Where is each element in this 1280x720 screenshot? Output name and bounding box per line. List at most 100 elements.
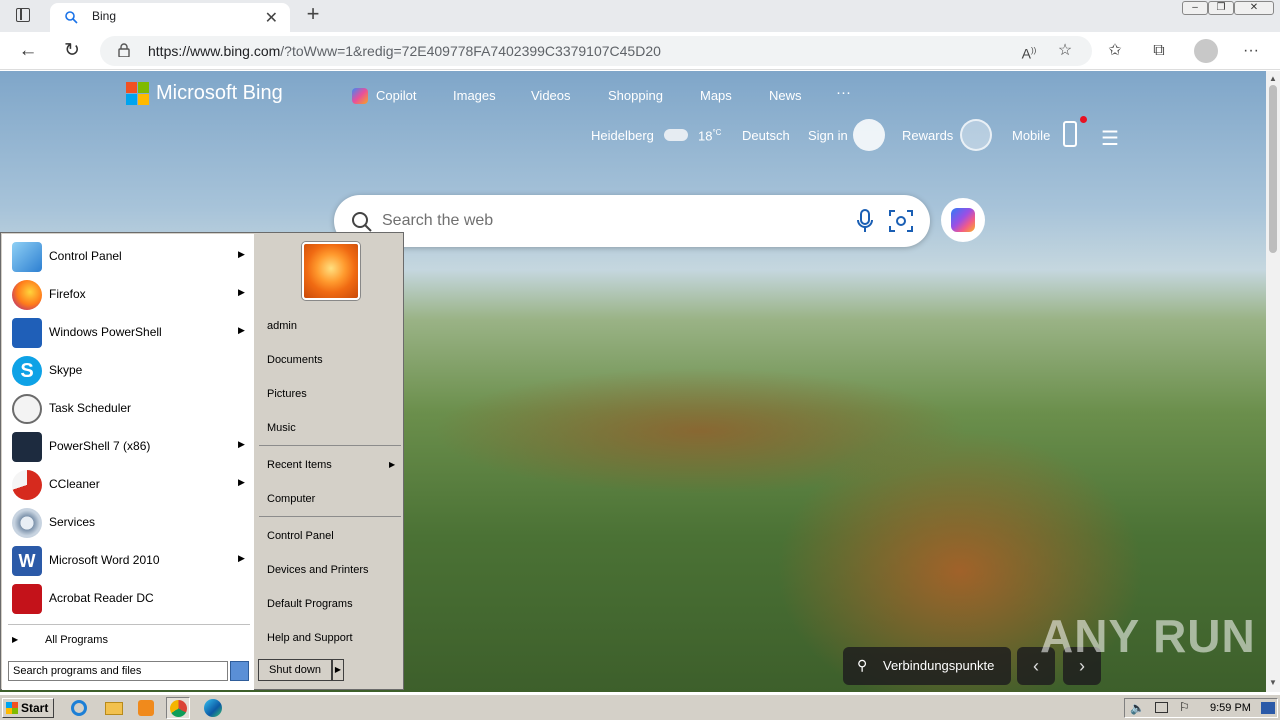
firefox-icon [12, 280, 42, 310]
program-task-scheduler[interactable]: Task Scheduler [2, 390, 254, 428]
submenu-arrow-icon: ▶ [389, 460, 396, 469]
nav-shopping[interactable]: Shopping [608, 88, 663, 103]
nav-maps[interactable]: Maps [700, 88, 732, 103]
page-scrollbar[interactable]: ▲ ▼ [1266, 71, 1280, 692]
nav-news[interactable]: News [769, 88, 802, 103]
network-icon[interactable] [1155, 702, 1168, 713]
mobile-link[interactable]: Mobile [1012, 128, 1050, 143]
back-arrow-icon[interactable]: ← [16, 39, 40, 63]
nav-copilot[interactable]: Copilot [376, 88, 416, 103]
rewards-link[interactable]: Rewards [902, 128, 953, 143]
all-programs-button[interactable]: ▶ All Programs [2, 628, 254, 652]
volume-icon[interactable]: 🔈 [1130, 701, 1145, 715]
program-ccleaner[interactable]: CCleaner ▶ [2, 466, 254, 504]
all-programs-label: All Programs [45, 634, 108, 646]
tab-actions-icon[interactable] [16, 8, 30, 22]
show-desktop-icon[interactable] [1261, 702, 1275, 714]
program-services[interactable]: Services [2, 504, 254, 542]
scrollbar-thumb[interactable] [1269, 85, 1277, 253]
link-default-programs[interactable]: Default Programs [267, 598, 353, 610]
link-help-support[interactable]: Help and Support [267, 632, 353, 644]
start-menu-places: admin Documents Pictures Music Recent It… [255, 234, 403, 654]
program-label: PowerShell 7 (x86) [49, 439, 151, 453]
program-label: Task Scheduler [49, 401, 132, 415]
weather-temp[interactable]: 18°C [698, 128, 721, 143]
link-documents[interactable]: Documents [267, 354, 323, 366]
scroll-up-arrow-icon[interactable]: ▲ [1269, 74, 1277, 83]
shut-down-options-arrow[interactable]: ▶ [332, 659, 344, 681]
hamburger-menu-icon[interactable]: ☰ [1101, 126, 1119, 151]
services-icon [12, 508, 42, 538]
edge-icon[interactable] [202, 697, 226, 719]
tab-title: Bing [92, 9, 117, 23]
rewards-trophy-icon[interactable] [960, 119, 992, 151]
link-control-panel[interactable]: Control Panel [267, 530, 334, 542]
minimize-button[interactable]: – [1182, 1, 1208, 15]
start-menu-programs: Control Panel ▶ Firefox ▶ Windows PowerS… [2, 234, 254, 690]
powershell7-icon [12, 432, 42, 462]
favorites-icon[interactable]: ✩ [1104, 41, 1126, 61]
close-tab-icon[interactable]: ✕ [265, 8, 278, 28]
program-windows-powershell[interactable]: Windows PowerShell ▶ [2, 314, 254, 352]
refresh-icon[interactable]: ↻ [60, 39, 84, 63]
program-control-panel[interactable]: Control Panel ▶ [2, 238, 254, 276]
link-recent-items[interactable]: Recent Items [267, 459, 332, 471]
internet-explorer-icon[interactable] [68, 697, 92, 719]
link-pictures[interactable]: Pictures [267, 388, 307, 400]
language-link[interactable]: Deutsch [742, 128, 790, 143]
chrome-icon[interactable] [166, 697, 190, 719]
media-player-icon[interactable] [135, 697, 159, 719]
nav-videos[interactable]: Videos [531, 88, 571, 103]
program-firefox[interactable]: Firefox ▶ [2, 276, 254, 314]
shut-down-button[interactable]: Shut down [258, 659, 332, 681]
submenu-arrow-icon: ▶ [238, 249, 245, 259]
link-computer[interactable]: Computer [267, 493, 315, 505]
more-menu-icon[interactable]: ··· [1240, 41, 1262, 61]
link-music[interactable]: Music [267, 422, 296, 434]
ccleaner-icon [12, 470, 42, 500]
link-admin[interactable]: admin [267, 320, 297, 332]
weather-location[interactable]: Heidelberg [591, 128, 654, 143]
tab-bing[interactable]: Bing ✕ [50, 3, 290, 32]
location-info-button[interactable]: ⚲ Verbindungspunkte [843, 647, 1011, 685]
user-picture[interactable] [302, 242, 360, 300]
start-search-icon[interactable] [230, 661, 249, 681]
start-search-field[interactable]: Search programs and files [8, 661, 228, 681]
read-aloud-icon[interactable]: A)) [1018, 41, 1040, 62]
logo-green-square [138, 82, 149, 93]
close-window-button[interactable]: ✕ [1234, 1, 1274, 15]
nav-images[interactable]: Images [453, 88, 496, 103]
copilot-button[interactable] [941, 198, 985, 242]
skype-icon: S [12, 356, 42, 386]
address-bar[interactable]: https://www.bing.com/?toWww=1&redig=72E4… [100, 36, 1092, 66]
logo-yellow-square [138, 94, 149, 105]
start-menu: Control Panel ▶ Firefox ▶ Windows PowerS… [0, 232, 404, 690]
submenu-arrow-icon: ▶ [238, 553, 245, 563]
scroll-down-arrow-icon[interactable]: ▼ [1269, 678, 1277, 687]
restore-button[interactable]: ❐ [1208, 1, 1234, 15]
link-devices-printers[interactable]: Devices and Printers [267, 564, 369, 576]
program-label: CCleaner [49, 477, 100, 491]
search-box[interactable]: Search the web [334, 195, 930, 247]
start-button[interactable]: Start [2, 698, 54, 718]
logo-red-square [126, 82, 137, 93]
file-explorer-icon[interactable] [102, 697, 126, 719]
user-avatar-icon[interactable] [853, 119, 885, 151]
url-text[interactable]: https://www.bing.com/?toWww=1&redig=72E4… [148, 43, 661, 59]
add-favorite-icon[interactable]: ☆ [1054, 41, 1076, 61]
nav-more[interactable]: ··· [836, 84, 851, 101]
sign-in-link[interactable]: Sign in [808, 128, 848, 143]
lock-icon [118, 43, 130, 57]
program-skype[interactable]: S Skype [2, 352, 254, 390]
profile-avatar[interactable] [1194, 39, 1218, 63]
clock[interactable]: 9:59 PM [1210, 702, 1251, 714]
collections-icon[interactable]: ⧉ [1148, 41, 1170, 61]
microphone-icon[interactable] [856, 209, 874, 233]
new-tab-button[interactable]: + [302, 3, 324, 27]
search-input[interactable]: Search the web [382, 212, 493, 230]
visual-search-icon[interactable] [888, 209, 914, 233]
action-center-flag-icon[interactable]: ⚐ [1179, 700, 1190, 714]
program-word-2010[interactable]: W Microsoft Word 2010 ▶ [2, 542, 254, 580]
program-acrobat-reader[interactable]: Acrobat Reader DC [2, 580, 254, 618]
program-powershell-7[interactable]: PowerShell 7 (x86) ▶ [2, 428, 254, 466]
